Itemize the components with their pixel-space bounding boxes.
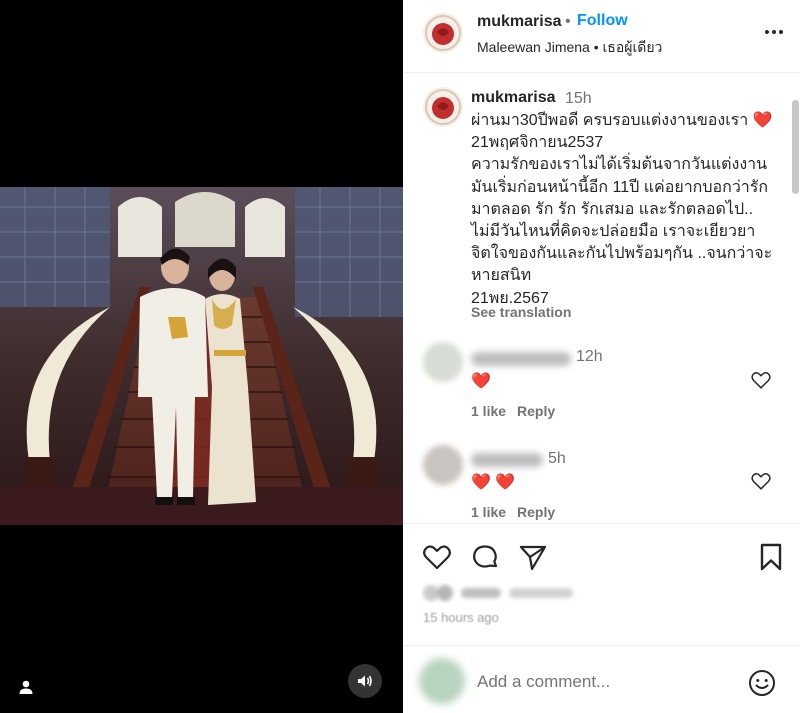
comment-reply-button[interactable]: Reply: [517, 403, 555, 419]
commenter-avatar[interactable]: [423, 342, 463, 382]
separator-dot: •: [565, 13, 571, 30]
post-media[interactable]: [0, 0, 403, 713]
caption-line: ความรักของเราไม่ได้เริ่มต้นจากวันแต่งงาน: [471, 156, 768, 174]
author-username[interactable]: mukmarisa: [477, 13, 562, 31]
caption-text: ผ่านมา30ปีพอดี ครบรอบแต่งงานของเรา ❤️ 21…: [471, 110, 791, 310]
user-tag-button[interactable]: [12, 673, 40, 701]
post-side-panel: mukmarisa • Follow Maleewan Jimena • เธอ…: [403, 0, 800, 713]
comment-timestamp: 5h: [548, 450, 566, 467]
comment-like-count[interactable]: 1 like: [471, 504, 506, 520]
see-translation-link[interactable]: See translation: [471, 304, 571, 320]
wedding-photo: [0, 187, 403, 525]
comment-timestamp: 12h: [576, 348, 603, 365]
caption-line: 21พฤศจิกายน2537: [471, 134, 604, 152]
author-avatar[interactable]: [423, 13, 463, 53]
add-comment-bar: [403, 645, 800, 713]
user-icon: [19, 680, 33, 694]
audio-toggle-button[interactable]: [348, 664, 382, 698]
commenter-username-blurred[interactable]: [471, 453, 543, 467]
likes-summary-blurred[interactable]: [421, 583, 581, 603]
caption-line: หายสนิท: [471, 267, 532, 285]
caption-line: ไม่มีวันไหนที่คิดจะปล่อยมือ เราจะเยียวยา: [471, 223, 756, 241]
comment-reply-button[interactable]: Reply: [517, 504, 555, 520]
bookmark-icon[interactable]: [755, 541, 787, 573]
caption-line: มาตลอด รัก รัก รักเสมอ และรักตลอดไป..: [471, 200, 754, 218]
caption-line: มันเริ่มก่อนหน้านี้อีก 11ปี แค่อยากบอกว่…: [471, 178, 769, 196]
follow-button[interactable]: Follow: [577, 12, 628, 30]
smiley-icon[interactable]: [747, 668, 777, 698]
more-horizontal-icon: [765, 30, 783, 34]
caption-username[interactable]: mukmarisa: [471, 89, 556, 107]
commenter-username-blurred[interactable]: [471, 352, 571, 366]
add-comment-input[interactable]: [477, 672, 717, 692]
comment-text: ❤️ ❤️: [471, 474, 516, 491]
audio-attribution[interactable]: Maleewan Jimena • เธอผู้เดียว: [477, 37, 662, 59]
caption-timestamp: 15h: [565, 90, 592, 107]
comment-like-heart-icon[interactable]: [750, 470, 772, 492]
viewer-avatar: [419, 658, 465, 704]
share-icon[interactable]: [517, 541, 549, 573]
caption-author-avatar[interactable]: [423, 87, 463, 127]
post-header: mukmarisa • Follow Maleewan Jimena • เธอ…: [403, 0, 800, 73]
comment-like-heart-icon[interactable]: [750, 369, 772, 391]
comment-icon[interactable]: [469, 541, 501, 573]
speaker-icon: [358, 675, 372, 687]
caption-line: จิตใจของกันและกันไปพร้อมๆกัน ..จนกว่าจะ: [471, 245, 773, 263]
scrollbar-thumb[interactable]: [792, 100, 799, 194]
comment-like-count[interactable]: 1 like: [471, 403, 506, 419]
commenter-avatar[interactable]: [423, 445, 463, 485]
comment-text: ❤️: [471, 373, 491, 390]
post-timestamp: 15 hours ago: [423, 610, 499, 625]
heart-outline-icon[interactable]: [421, 541, 453, 573]
caption-line: ผ่านมา30ปีพอดี ครบรอบแต่งงานของเรา ❤️: [471, 112, 773, 129]
more-options-button[interactable]: [761, 22, 787, 42]
